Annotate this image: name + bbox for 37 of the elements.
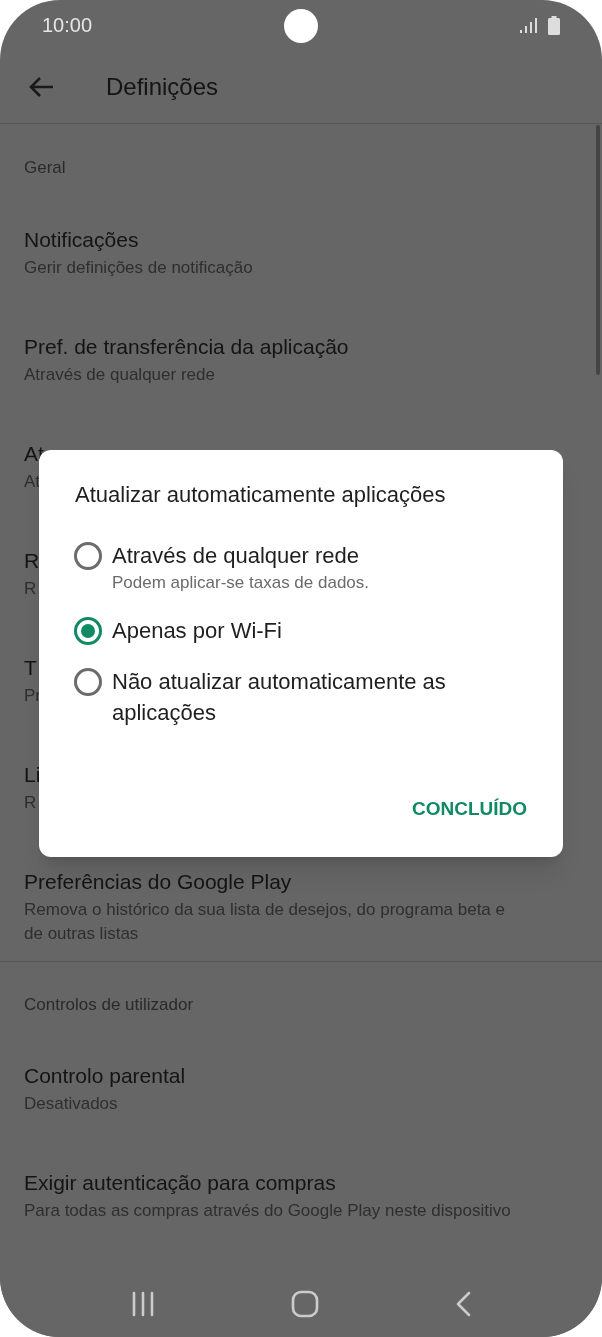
setting-summary: Para todas as compras através do Google Play neste dispositivo: [24, 1200, 511, 1222]
camera-hole: [284, 9, 318, 43]
status-time: 10:00: [42, 13, 93, 38]
section-header: Geral: [24, 157, 66, 180]
back-icon[interactable]: [455, 1290, 471, 1317]
setting-title[interactable]: Controlo parental: [24, 1062, 186, 1090]
setting-title[interactable]: T: [24, 654, 37, 682]
screen-title: Definições: [106, 71, 219, 102]
home-icon[interactable]: [291, 1289, 319, 1318]
radio-button[interactable]: [74, 542, 102, 570]
radio-button[interactable]: [74, 617, 102, 645]
dialog-title: Atualizar automaticamente aplicações: [75, 481, 447, 509]
setting-summary: Remova o histórico da sua lista de desejos, do programa beta e de outras listas: [24, 899, 506, 945]
radio-button[interactable]: [74, 668, 102, 696]
setting-title[interactable]: Preferências do Google Play: [24, 868, 292, 896]
setting-title[interactable]: Notificações: [24, 226, 139, 254]
setting-title[interactable]: Exigir autenticação para compras: [24, 1169, 336, 1197]
setting-summary: Através de qualquer rede: [24, 364, 215, 386]
option-label[interactable]: Através de qualquer rede: [112, 540, 360, 571]
recent-apps-icon[interactable]: [131, 1290, 155, 1317]
battery-icon: [548, 15, 560, 35]
setting-summary: R: [24, 792, 37, 814]
setting-title[interactable]: Li: [24, 761, 41, 789]
section-header: Controlos de utilizador: [24, 994, 194, 1017]
setting-summary: R: [24, 578, 37, 600]
setting-summary: Pr: [24, 685, 41, 707]
done-button[interactable]: CONCLUÍDO: [403, 786, 535, 831]
setting-title[interactable]: R: [24, 547, 40, 575]
setting-summary: At: [24, 471, 41, 493]
setting-summary: Desativados: [24, 1093, 118, 1115]
signal-icon: [520, 17, 538, 33]
option-hint: Podem aplicar-se taxas de dados.: [112, 572, 370, 594]
back-arrow-icon[interactable]: [28, 75, 54, 98]
setting-summary: Gerir definições de notificação: [24, 257, 253, 279]
setting-title[interactable]: Pref. de transferência da aplicação: [24, 333, 349, 361]
option-label[interactable]: Não atualizar automaticamente as aplicações: [112, 666, 533, 728]
option-label[interactable]: Apenas por Wi-Fi: [112, 615, 282, 646]
